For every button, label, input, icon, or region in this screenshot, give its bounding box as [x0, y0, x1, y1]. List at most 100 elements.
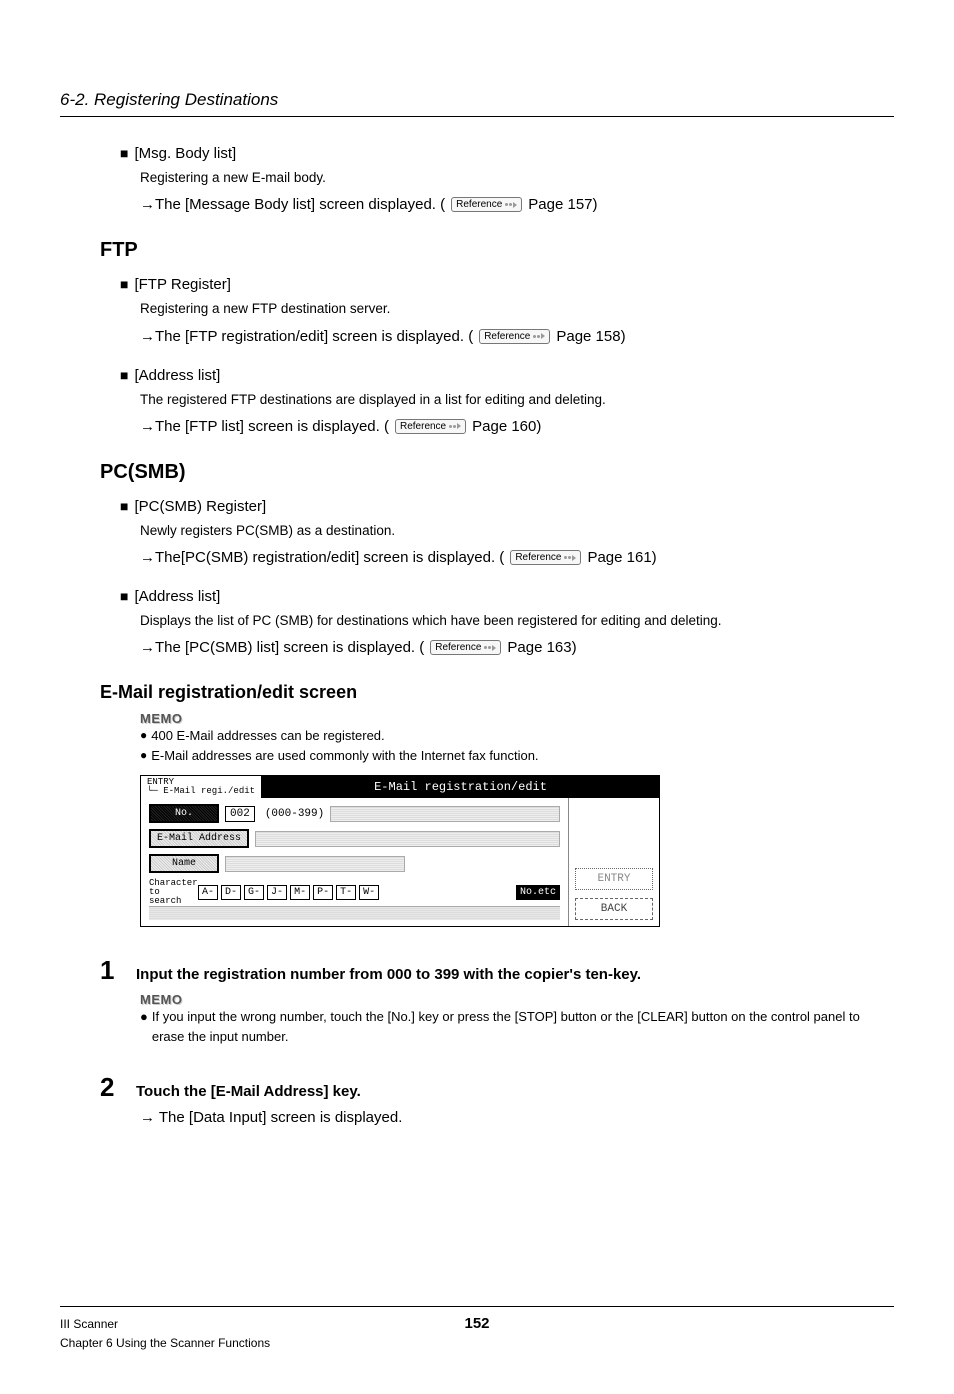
page-number: 152: [464, 1315, 489, 1332]
lcd-bottom-strip: [149, 906, 560, 920]
lcd-name-field: [225, 856, 405, 872]
pcsmb-address-bullet: ■ [Address list]: [120, 588, 894, 605]
step-number: 1: [100, 955, 122, 986]
reference-badge-label: Reference: [484, 331, 530, 342]
pcsmb-register-desc: Newly registers PC(SMB) as a destination…: [140, 521, 894, 541]
ftp-address-desc: The registered FTP destinations are disp…: [140, 390, 894, 410]
lcd-char-label-bottom: to search: [149, 887, 181, 906]
lcd-header: ENTRY └─ E-Mail regi./edit E-Mail regist…: [141, 776, 659, 798]
lcd-no-key[interactable]: No.: [149, 804, 219, 823]
square-icon: ■: [120, 589, 128, 603]
lcd-left-panel: No. 002 (000-399) E-Mail Address Name Ch…: [141, 798, 569, 926]
bullet-icon: ●: [140, 746, 147, 766]
reference-badge-label: Reference: [515, 552, 561, 563]
square-icon: ■: [120, 499, 128, 513]
lcd-title: E-Mail registration/edit: [262, 780, 659, 794]
lcd-char-key[interactable]: M-: [290, 885, 310, 900]
reference-badge: Reference: [479, 329, 550, 344]
pcsmb-register-bullet: ■ [PC(SMB) Register]: [120, 498, 894, 515]
lcd-email-field: [255, 831, 560, 847]
email-memo-item: E-Mail addresses are used commonly with …: [151, 746, 538, 766]
bullet-icon: ●: [140, 726, 147, 746]
reference-badge: Reference: [395, 419, 466, 434]
pcsmb-register-title: [PC(SMB) Register]: [134, 498, 266, 515]
lcd-entry-button[interactable]: ENTRY: [575, 868, 653, 890]
step-2-title: Touch the [E-Mail Address] key.: [136, 1077, 361, 1100]
pcsmb-register-arrow-prefix: →The[PC(SMB) registration/edit] screen i…: [140, 549, 504, 566]
step-1-memo: MEMO ●If you input the wrong number, tou…: [140, 992, 894, 1046]
lcd-right-panel: ENTRY BACK: [569, 798, 659, 926]
msg-body-arrow-prefix: →The [Message Body list] screen displaye…: [140, 196, 445, 213]
step-number: 2: [100, 1072, 122, 1103]
step-2-sub: → The [Data Input] screen is displayed.: [140, 1109, 894, 1126]
arrow-dots-icon: [484, 645, 496, 651]
msg-body-bullet: ■ [Msg. Body list]: [120, 145, 894, 162]
ftp-heading: FTP: [100, 239, 894, 262]
msg-body-desc: Registering a new E-mail body.: [140, 168, 894, 188]
lcd-no-value: 002: [225, 806, 255, 822]
step-1-title: Input the registration number from 000 t…: [136, 960, 641, 983]
lcd-breadcrumb: ENTRY └─ E-Mail regi./edit: [141, 776, 262, 798]
ftp-register-bullet: ■ [FTP Register]: [120, 276, 894, 293]
msg-body-title: [Msg. Body list]: [134, 145, 236, 162]
reference-badge-label: Reference: [435, 642, 481, 653]
lcd-char-key[interactable]: P-: [313, 885, 333, 900]
reference-badge: Reference: [430, 640, 501, 655]
lcd-char-key[interactable]: J-: [267, 885, 287, 900]
ftp-address-bullet: ■ [Address list]: [120, 367, 894, 384]
reference-badge: Reference: [510, 550, 581, 565]
memo-label: MEMO: [140, 992, 894, 1007]
lcd-char-key[interactable]: D-: [221, 885, 241, 900]
lcd-screenshot: ENTRY └─ E-Mail regi./edit E-Mail regist…: [140, 775, 660, 927]
reference-badge-label: Reference: [400, 421, 446, 432]
step-1: 1 Input the registration number from 000…: [100, 955, 894, 986]
ftp-register-arrow-suffix: Page 158): [556, 328, 625, 345]
footer-line1: III Scanner: [60, 1315, 270, 1334]
page-footer: III Scanner Chapter 6 Using the Scanner …: [60, 1306, 894, 1353]
lcd-back-button[interactable]: BACK: [575, 898, 653, 920]
lcd-email-address-key[interactable]: E-Mail Address: [149, 829, 249, 848]
pcsmb-address-arrow-suffix: Page 163): [507, 639, 576, 656]
pcsmb-address-arrow-prefix: →The [PC(SMB) list] screen is displayed.…: [140, 639, 424, 656]
arrow-dots-icon: [449, 423, 461, 429]
lcd-no-range: (000-399): [261, 808, 324, 820]
ftp-register-desc: Registering a new FTP destination server…: [140, 299, 894, 319]
msg-body-arrow-suffix: Page 157): [528, 196, 597, 213]
email-memo-block: MEMO ●400 E-Mail addresses can be regist…: [140, 711, 894, 765]
pcsmb-register-ref-line: →The[PC(SMB) registration/edit] screen i…: [140, 549, 894, 566]
step-2: 2 Touch the [E-Mail Address] key.: [100, 1072, 894, 1103]
memo-label: MEMO: [140, 711, 894, 726]
reference-badge: Reference: [451, 197, 522, 212]
ftp-register-arrow-prefix: →The [FTP registration/edit] screen is d…: [140, 328, 473, 345]
msg-body-ref-line: →The [Message Body list] screen displaye…: [140, 196, 894, 213]
lcd-crumb-bottom: └─ E-Mail regi./edit: [147, 787, 255, 796]
square-icon: ■: [120, 368, 128, 382]
lcd-char-key[interactable]: W-: [359, 885, 379, 900]
pcsmb-register-arrow-suffix: Page 161): [587, 549, 656, 566]
step-1-memo-text: If you input the wrong number, touch the…: [152, 1007, 894, 1046]
section-header: 6-2. Registering Destinations: [60, 90, 894, 117]
ftp-register-title: [FTP Register]: [134, 276, 230, 293]
square-icon: ■: [120, 277, 128, 291]
bullet-icon: ●: [140, 1007, 148, 1046]
ftp-address-arrow-prefix: →The [FTP list] screen is displayed. (: [140, 418, 389, 435]
reference-badge-label: Reference: [456, 199, 502, 210]
ftp-address-title: [Address list]: [134, 367, 220, 384]
lcd-char-key[interactable]: T-: [336, 885, 356, 900]
ftp-address-ref-line: →The [FTP list] screen is displayed. ( R…: [140, 418, 894, 435]
ftp-address-arrow-suffix: Page 160): [472, 418, 541, 435]
lcd-name-key[interactable]: Name: [149, 854, 219, 873]
lcd-char-key[interactable]: A-: [198, 885, 218, 900]
pcsmb-address-ref-line: →The [PC(SMB) list] screen is displayed.…: [140, 639, 894, 656]
email-memo-item: 400 E-Mail addresses can be registered.: [151, 726, 384, 746]
lcd-char-row: Character to search A- D- G- J- M- P- T-…: [149, 879, 560, 906]
lcd-char-key-selected[interactable]: No.etc: [516, 885, 560, 900]
arrow-dots-icon: [564, 555, 576, 561]
square-icon: ■: [120, 146, 128, 160]
footer-line2: Chapter 6 Using the Scanner Functions: [60, 1334, 270, 1353]
lcd-char-label: Character to search: [149, 879, 195, 906]
ftp-register-ref-line: →The [FTP registration/edit] screen is d…: [140, 328, 894, 345]
lcd-char-key[interactable]: G-: [244, 885, 264, 900]
pcsmb-address-desc: Displays the list of PC (SMB) for destin…: [140, 611, 894, 631]
pcsmb-address-title: [Address list]: [134, 588, 220, 605]
